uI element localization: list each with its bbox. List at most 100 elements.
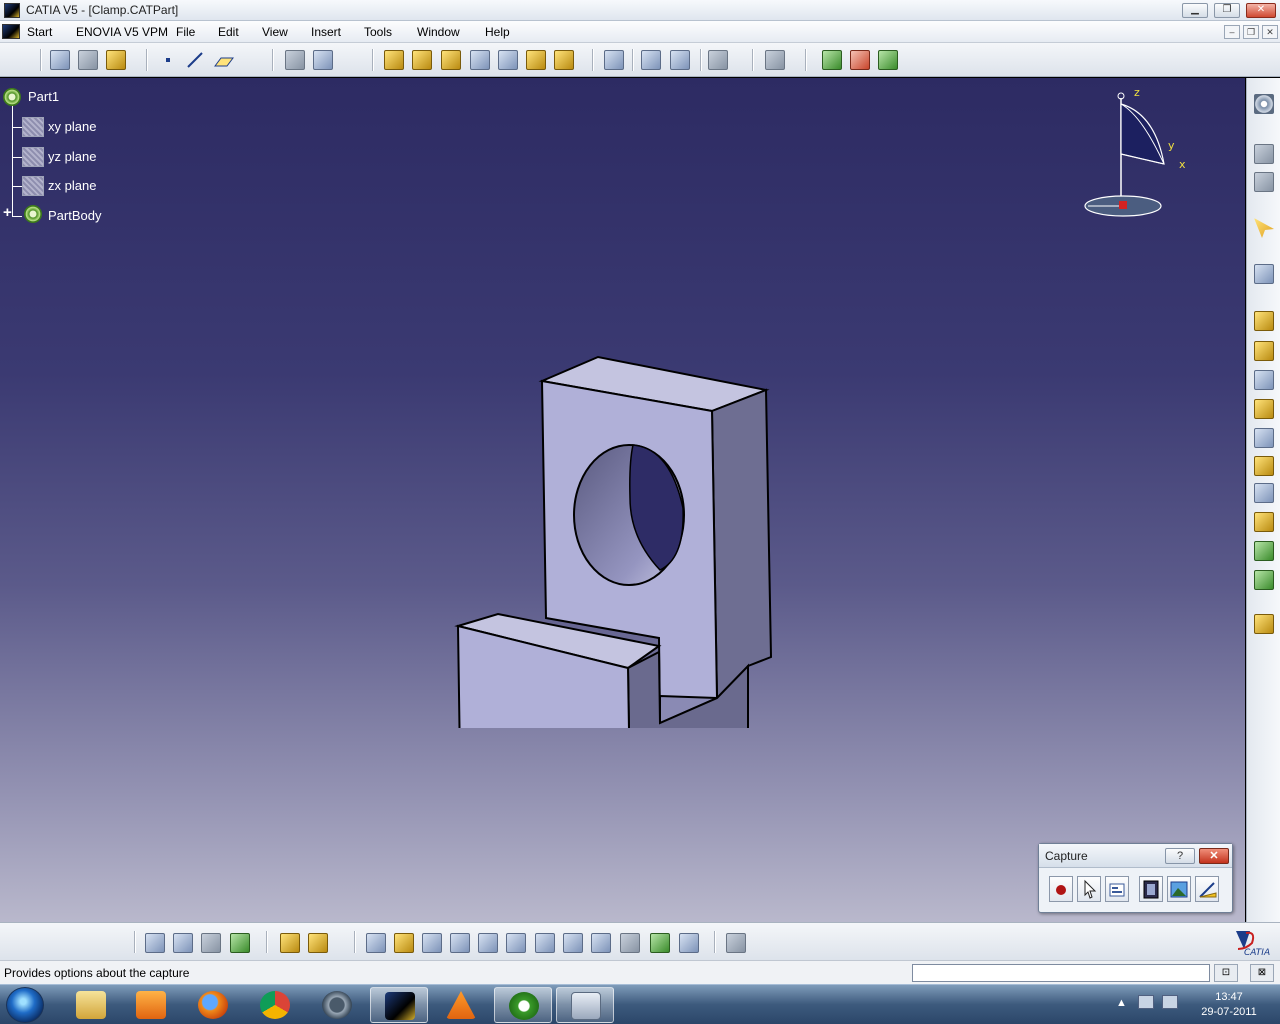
minimize-button[interactable]: ▁ [1182, 3, 1208, 18]
tree-item-zx-plane[interactable]: zx plane [48, 178, 96, 193]
pattern-icon[interactable] [670, 50, 690, 70]
restore-button[interactable]: ❐ [1214, 3, 1240, 18]
multi-view-icon[interactable] [563, 933, 583, 953]
point-icon[interactable] [158, 50, 178, 70]
menu-view[interactable]: View [262, 25, 288, 39]
capture-options-icon[interactable] [1105, 876, 1129, 902]
windows-start-orb[interactable] [6, 987, 44, 1023]
apply-material-icon[interactable] [822, 50, 842, 70]
plane-icon[interactable] [213, 50, 234, 70]
clamp-part-model[interactable] [440, 268, 790, 728]
hole-vertical-icon[interactable] [1254, 428, 1274, 448]
tree-item-yz-plane[interactable]: yz plane [48, 149, 96, 164]
taskbar-utorrent[interactable] [494, 987, 552, 1023]
taskbar-media-player[interactable] [122, 987, 180, 1023]
taskbar-clock[interactable]: 13:47 29-07-2011 [1192, 990, 1266, 1020]
fillet-icon[interactable] [1254, 456, 1274, 476]
menu-edit[interactable]: Edit [218, 25, 239, 39]
capture-close-button[interactable]: ✕ [1199, 848, 1229, 864]
pocket-icon[interactable] [412, 50, 432, 70]
taskbar-search[interactable] [308, 987, 366, 1023]
taskbar-chrome[interactable] [246, 987, 304, 1023]
expand-icon[interactable]: + [3, 204, 12, 221]
part-icon[interactable] [3, 88, 21, 106]
shading-icon[interactable] [679, 933, 699, 953]
rotate-icon[interactable] [450, 933, 470, 953]
menu-help[interactable]: Help [485, 25, 510, 39]
3d-viewport[interactable]: Part1 xy plane yz plane zx plane + PartB… [0, 78, 1245, 922]
measure-item-icon[interactable] [78, 50, 98, 70]
pad-vertical-icon[interactable] [1254, 311, 1274, 331]
partbody-icon[interactable] [24, 205, 42, 223]
catia-app-icon[interactable] [4, 3, 20, 18]
shaft-vertical-icon[interactable] [1254, 370, 1274, 390]
settings-gear-icon[interactable] [1254, 94, 1274, 114]
compass-widget[interactable]: z y x [1080, 84, 1190, 224]
status-stop-button[interactable]: ⊠ [1250, 964, 1274, 982]
fly-mode-icon[interactable] [366, 933, 386, 953]
groove-icon[interactable] [1254, 399, 1274, 419]
stiffener-icon[interactable] [554, 50, 574, 70]
sheet-metal-icon[interactable] [1254, 144, 1274, 164]
select-arrow-icon[interactable] [1254, 218, 1274, 238]
taskbar-calculator[interactable] [556, 987, 614, 1023]
start-logo-icon[interactable] [2, 24, 20, 39]
tree-item-partbody[interactable]: PartBody [48, 208, 101, 223]
constraint-icon[interactable] [173, 933, 193, 953]
capture-album-icon[interactable] [1139, 876, 1163, 902]
feature-recognition-icon[interactable] [1254, 172, 1274, 192]
sketch-analysis-icon[interactable] [285, 50, 305, 70]
doc-restore-button[interactable]: ❐ [1243, 25, 1259, 39]
tree-item-xy-plane[interactable]: xy plane [48, 119, 96, 134]
hide-show-icon[interactable] [620, 933, 640, 953]
doc-minimize-button[interactable]: – [1224, 25, 1240, 39]
pad-icon[interactable] [384, 50, 404, 70]
3d-annotation-icon[interactable] [280, 933, 300, 953]
capture-record-button[interactable] [1049, 876, 1073, 902]
menu-tools[interactable]: Tools [364, 25, 392, 39]
zoom-out-icon[interactable] [506, 933, 526, 953]
capture-help-button[interactable]: ? [1165, 848, 1195, 864]
measure-between-icon[interactable] [50, 50, 70, 70]
plane-node-icon[interactable] [22, 147, 44, 167]
boolean-icon[interactable] [1254, 614, 1274, 634]
capture-drawing-icon[interactable] [1195, 876, 1219, 902]
lighting-icon[interactable] [726, 933, 746, 953]
hole-icon[interactable] [526, 50, 546, 70]
doc-close-button[interactable]: ✕ [1262, 25, 1278, 39]
quick-view-icon[interactable] [591, 933, 611, 953]
shaft-icon[interactable] [441, 50, 461, 70]
menu-insert[interactable]: Insert [311, 25, 341, 39]
catalog-browser-icon[interactable] [878, 50, 898, 70]
update-icon[interactable] [145, 933, 165, 953]
thickness-icon[interactable] [1254, 570, 1274, 590]
shell-icon[interactable] [1254, 541, 1274, 561]
action-center-icon[interactable] [1138, 995, 1154, 1009]
knowledge-icon[interactable] [201, 933, 221, 953]
sketch-icon[interactable] [313, 50, 333, 70]
menu-file[interactable]: File [176, 25, 195, 39]
zoom-in-icon[interactable] [478, 933, 498, 953]
instantiate-icon[interactable] [230, 933, 250, 953]
fit-all-icon[interactable] [394, 933, 414, 953]
dress-up-icon[interactable] [604, 50, 624, 70]
annotation-plane-icon[interactable] [308, 933, 328, 953]
camera-capture-icon[interactable] [765, 50, 785, 70]
swap-visible-space-icon[interactable] [650, 933, 670, 953]
plane-node-icon[interactable] [22, 117, 44, 137]
multi-section-icon[interactable] [498, 50, 518, 70]
taskbar-explorer[interactable] [62, 987, 120, 1023]
line-icon[interactable] [185, 50, 205, 70]
tray-expand-icon[interactable]: ▲ [1116, 997, 1127, 1009]
transformation-icon[interactable] [641, 50, 661, 70]
menu-window[interactable]: Window [417, 25, 460, 39]
pocket-vertical-icon[interactable] [1254, 341, 1274, 361]
pan-icon[interactable] [422, 933, 442, 953]
taskbar-vlc[interactable] [432, 987, 490, 1023]
status-toggle-button[interactable]: ⊡ [1214, 964, 1238, 982]
command-input[interactable] [912, 964, 1210, 982]
network-icon[interactable] [1162, 995, 1178, 1009]
menu-enovia[interactable]: ENOVIA V5 VPM [76, 25, 168, 39]
capture-select-mode-icon[interactable] [1077, 876, 1101, 902]
rib-icon[interactable] [470, 50, 490, 70]
